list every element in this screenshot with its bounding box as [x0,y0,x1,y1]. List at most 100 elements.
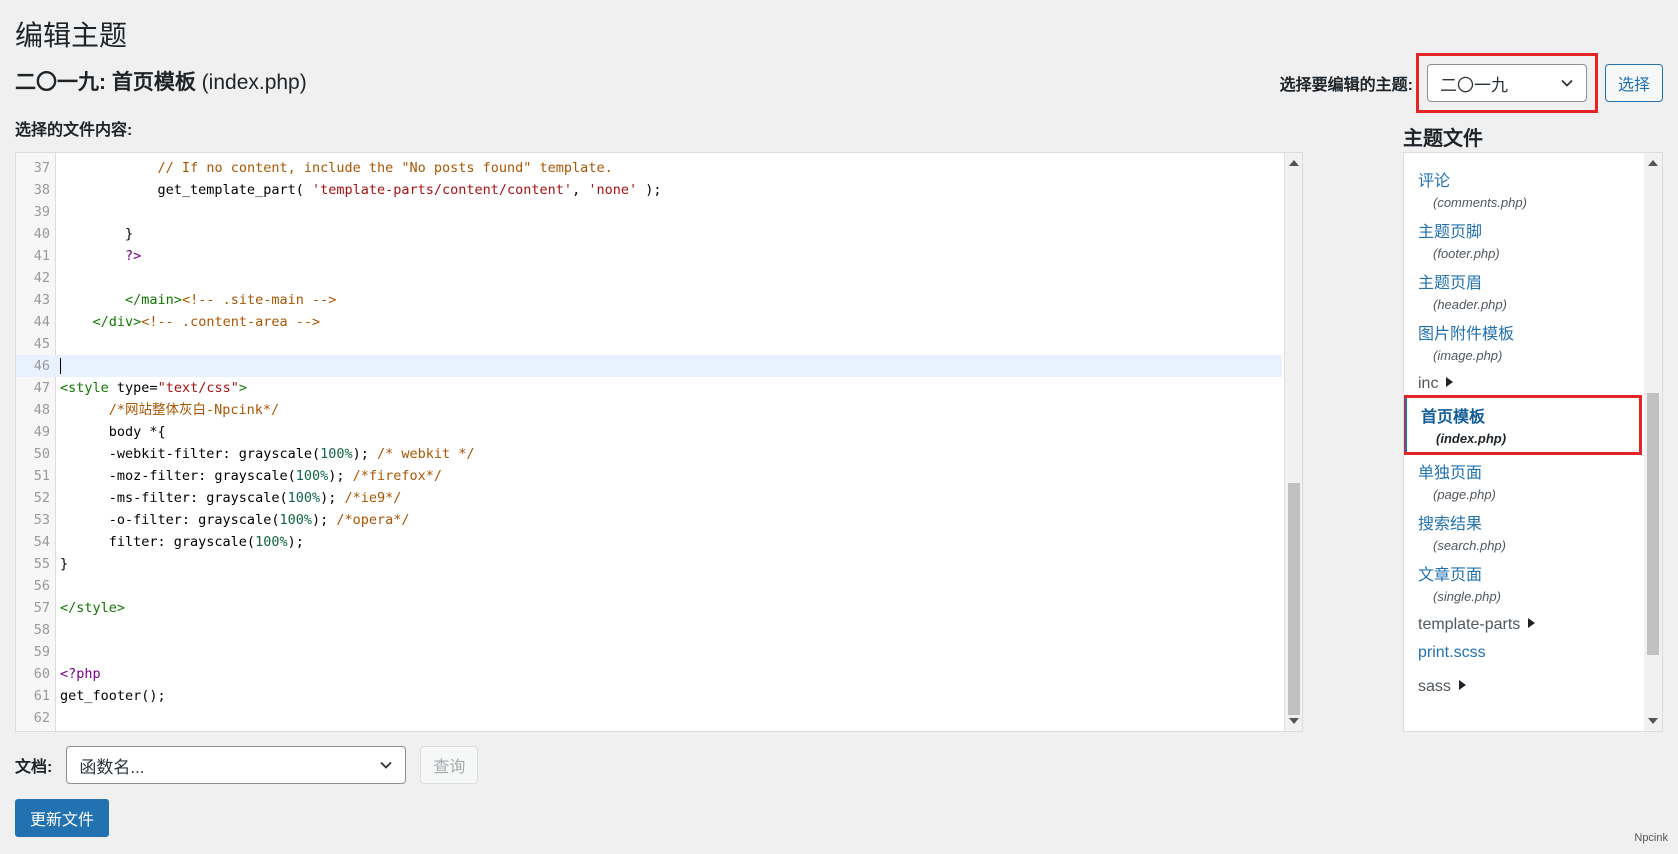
code-text[interactable]: // If no content, include the "No posts … [60,157,613,179]
editor-scroll-thumb[interactable] [1288,483,1300,715]
folder-item[interactable]: sass [1418,678,1466,696]
file-item-filename: (image.php) [1433,348,1503,363]
code-line[interactable]: 52 -ms-filter: grayscale(100%); /*ie9*/ [16,487,1282,509]
function-name-select[interactable]: 函数名... [66,746,407,784]
file-item[interactable]: print.scss [1404,644,1644,662]
line-number: 51 [33,468,50,484]
file-item-label[interactable]: 搜索结果 [1418,510,1644,534]
file-item[interactable]: 主题页脚 (footer.php) [1404,218,1644,261]
documentation-label: 文档: [15,759,53,776]
code-line[interactable]: 53 -o-filter: grayscale(100%); /*opera*/ [16,509,1282,531]
folder-item[interactable]: inc [1418,375,1454,393]
file-item[interactable]: 单独页面 (page.php) [1404,459,1644,502]
file-item-label[interactable]: 图片附件模板 [1418,320,1644,344]
code-line[interactable]: 42 [16,267,1282,289]
code-line[interactable]: 41 ?> [16,245,1282,267]
file-item-label[interactable]: 单独页面 [1418,459,1644,483]
code-text[interactable]: <style type="text/css"> [60,377,247,399]
code-text[interactable]: -ms-filter: grayscale(100%); /*ie9*/ [60,487,402,509]
file-item-label[interactable]: 评论 [1418,167,1644,191]
scroll-down-icon[interactable] [1289,718,1299,724]
code-text[interactable]: -o-filter: grayscale(100%); /*opera*/ [60,509,410,531]
file-list-scrollbar[interactable] [1644,153,1662,731]
code-text[interactable]: body *{ [60,421,166,443]
select-theme-button[interactable]: 选择 [1604,64,1663,102]
lookup-button[interactable]: 查询 [420,746,479,784]
file-item-label[interactable]: print.scss [1418,644,1644,662]
file-item-label[interactable]: 主题页眉 [1418,269,1644,293]
scroll-up-icon[interactable] [1289,160,1299,166]
code-text[interactable]: -webkit-filter: grayscale(100%); /* webk… [60,443,475,465]
code-text[interactable]: get_template_part( 'template-parts/conte… [60,179,662,201]
file-item-label[interactable]: 首页模板 [1421,403,1640,427]
code-line[interactable]: 50 -webkit-filter: grayscale(100%); /* w… [16,443,1282,465]
editor-scrollbar[interactable] [1284,153,1302,731]
expand-triangle-icon [1528,618,1536,628]
code-line[interactable]: 49 body *{ [16,421,1282,443]
code-line[interactable]: 58 [16,619,1282,641]
code-line[interactable]: 60 <?php [16,663,1282,685]
file-item[interactable]: 图片附件模板 (image.php) [1404,320,1644,363]
code-line[interactable]: 45 [16,333,1282,355]
folder-label: template-parts [1418,616,1521,633]
code-text[interactable]: <?php [60,663,101,685]
code-line[interactable]: 44 </div><!-- .content-area --> [16,311,1282,333]
file-item[interactable]: 文章页面 (single.php) [1404,561,1644,604]
code-text[interactable]: -moz-filter: grayscale(100%); /*firefox*… [60,465,442,487]
code-line[interactable]: 40 } [16,223,1282,245]
function-name-placeholder: 函数名... [79,757,145,777]
file-item[interactable]: 主题页眉 (header.php) [1404,269,1644,312]
file-item-label[interactable]: 文章页面 [1418,561,1644,585]
code-text[interactable]: </style> [60,597,125,619]
code-editor[interactable]: 37 // If no content, include the "No pos… [15,152,1303,732]
theme-select[interactable]: 二〇一九 [1426,64,1587,102]
file-item-filename: (page.php) [1433,487,1496,502]
line-number: 38 [33,182,50,198]
code-line[interactable]: 38 get_template_part( 'template-parts/co… [16,179,1282,201]
code-line[interactable]: 39 [16,201,1282,223]
line-number: 61 [33,688,50,704]
line-number: 52 [33,490,50,506]
file-title: 二〇一九: 首页模板 (index.php) [15,66,307,96]
line-number: 62 [33,710,50,726]
line-number: 60 [33,666,50,682]
code-text[interactable]: filter: grayscale(100%); [60,531,304,553]
code-text[interactable]: } [60,223,133,245]
file-item[interactable]: 搜索结果 (search.php) [1404,510,1644,553]
code-text[interactable]: ?> [60,245,141,267]
code-line[interactable]: 59 [16,641,1282,663]
line-number: 44 [33,314,50,330]
code-line[interactable]: 48 /*网站整体灰白-Npcink*/ [16,399,1282,421]
code-line[interactable]: 47 <style type="text/css"> [16,377,1282,399]
scroll-up-icon[interactable] [1648,160,1658,166]
folder-item[interactable]: template-parts [1418,616,1536,634]
code-line[interactable]: 37 // If no content, include the "No pos… [16,157,1282,179]
code-text[interactable]: /*网站整体灰白-Npcink*/ [60,399,279,421]
code-text[interactable]: </div><!-- .content-area --> [60,311,321,333]
file-item-filename: (single.php) [1433,589,1501,604]
code-line[interactable]: 62 [16,707,1282,729]
code-text[interactable]: </main><!-- .site-main --> [60,289,336,311]
theme-select-highlight: 二〇一九 [1415,53,1598,113]
code-line[interactable]: 61 get_footer(); [16,685,1282,707]
code-line[interactable]: 57 </style> [16,597,1282,619]
code-line[interactable]: 51 -moz-filter: grayscale(100%); /*firef… [16,465,1282,487]
chevron-down-icon [1561,79,1573,87]
code-line[interactable]: 56 [16,575,1282,597]
theme-select-label: 选择要编辑的主题: [1279,77,1413,94]
file-item[interactable]: 评论 (comments.php) [1404,167,1644,210]
file-list-scroll-thumb[interactable] [1647,393,1659,655]
file-item-label[interactable]: 主题页脚 [1418,218,1644,242]
update-file-button[interactable]: 更新文件 [15,799,110,837]
scroll-down-icon[interactable] [1648,718,1658,724]
code-line[interactable]: 54 filter: grayscale(100%); [16,531,1282,553]
code-text[interactable]: get_footer(); [60,685,166,707]
file-item-filename: (comments.php) [1433,195,1527,210]
code-line[interactable]: 55} [16,553,1282,575]
code-text[interactable]: } [60,553,68,575]
current-file-item[interactable]: 首页模板 (index.php) [1404,395,1642,455]
line-number: 48 [33,402,50,418]
code-line[interactable]: 43 </main><!-- .site-main --> [16,289,1282,311]
code-text[interactable] [60,355,61,377]
code-line[interactable]: 46 [16,355,1282,377]
